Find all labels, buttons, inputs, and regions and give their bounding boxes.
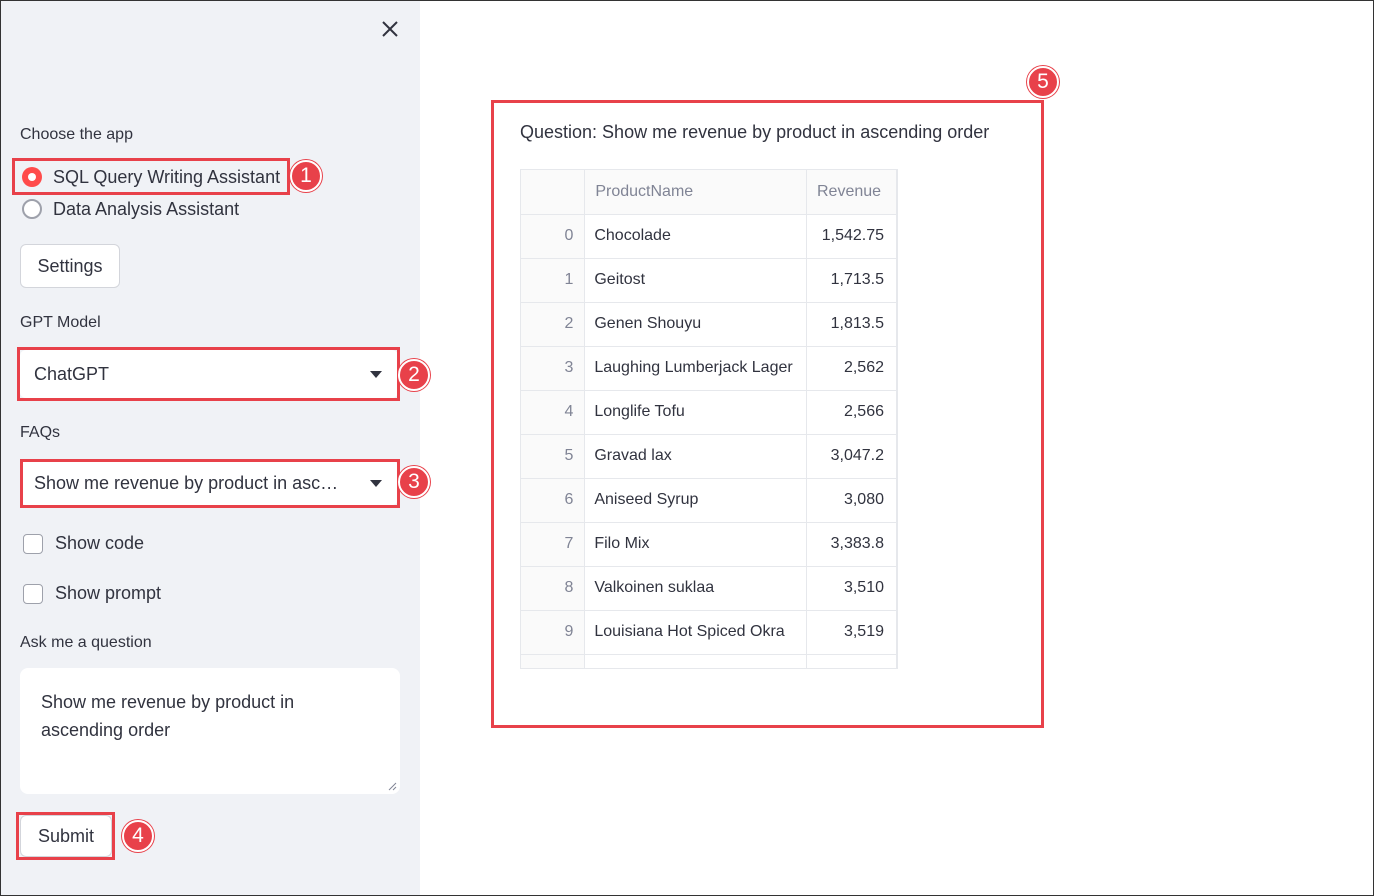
gpt-model-label: GPT Model <box>20 314 101 331</box>
table-row[interactable]: 2 Genen Shouyu 1,813.5 <box>521 302 897 347</box>
annotation-badge-2: 2 <box>398 359 430 391</box>
checkbox-icon <box>23 533 43 554</box>
radio-label: Data Analysis Assistant <box>53 198 240 219</box>
table-header-row: ProductName Revenue <box>521 170 897 215</box>
close-sidebar-button[interactable] <box>378 17 402 41</box>
productname-cell <box>584 654 807 668</box>
show-prompt-label: Show prompt <box>55 583 162 603</box>
column-header-productname[interactable]: ProductName <box>584 170 807 215</box>
row-index-cell: 6 <box>521 478 586 523</box>
table-row[interactable]: 3 Laughing Lumberjack Lager 2,562 <box>521 346 897 391</box>
table-row[interactable]: 9 Louisiana Hot Spiced Okra 3,519 <box>521 610 897 655</box>
column-header-index[interactable] <box>521 170 586 215</box>
choose-app-label: Choose the app <box>20 126 133 143</box>
revenue-cell: 2,562 <box>806 346 897 391</box>
productname-cell: Chocolade <box>584 214 807 259</box>
productname-cell: Longlife Tofu <box>584 390 807 435</box>
sidebar: Choose the app SQL Query Writing Assista… <box>0 0 420 896</box>
close-icon <box>382 21 398 37</box>
revenue-cell: 1,713.5 <box>806 258 897 303</box>
show-code-checkbox[interactable]: Show code <box>23 533 144 554</box>
question-heading: Question: Show me revenue by product in … <box>520 122 990 142</box>
table-row[interactable]: 6 Aniseed Syrup 3,080 <box>521 478 897 523</box>
annotation-badge-3: 3 <box>398 466 430 498</box>
settings-button[interactable]: Settings <box>20 244 120 288</box>
productname-cell: Genen Shouyu <box>584 302 807 347</box>
productname-cell: Geitost <box>584 258 807 303</box>
resize-grip-icon[interactable] <box>387 781 397 791</box>
radio-data-analysis-assistant[interactable]: Data Analysis Assistant <box>22 197 239 221</box>
annotation-box-2 <box>17 347 400 401</box>
productname-cell: Aniseed Syrup <box>584 478 807 523</box>
productname-cell: Valkoinen suklaa <box>584 566 807 611</box>
productname-cell: Gravad lax <box>584 434 807 479</box>
annotation-box-4 <box>16 812 115 860</box>
row-index-cell: 2 <box>521 302 586 347</box>
annotation-badge-1: 1 <box>290 160 322 192</box>
row-index-cell <box>521 654 586 668</box>
column-header-revenue[interactable]: Revenue <box>806 170 897 215</box>
annotation-box-3 <box>20 459 400 508</box>
productname-cell: Filo Mix <box>584 522 807 567</box>
results-table-grid: ProductName Revenue 0 Chocolade 1,542.75 1 G… <box>521 170 897 668</box>
table-row[interactable]: 7 Filo Mix 3,383.8 <box>521 522 897 567</box>
show-prompt-checkbox[interactable]: Show prompt <box>23 583 161 604</box>
row-index-cell: 7 <box>521 522 586 567</box>
revenue-cell: 3,080 <box>806 478 897 523</box>
annotation-badge-5: 5 <box>1027 66 1059 98</box>
checkbox-icon <box>23 583 43 604</box>
revenue-cell: 3,383.8 <box>806 522 897 567</box>
row-index-cell: 3 <box>521 346 586 391</box>
radio-unchecked-icon <box>22 199 42 219</box>
annotation-box-1 <box>12 158 290 195</box>
table-row[interactable]: 0 Chocolade 1,542.75 <box>521 214 897 259</box>
row-index-cell: 5 <box>521 434 586 479</box>
table-row[interactable]: 1 Geitost 1,713.5 <box>521 258 897 303</box>
question-text: Show me revenue by product in ascending … <box>41 692 295 740</box>
row-index-cell: 8 <box>521 566 586 611</box>
table-row[interactable]: 5 Gravad lax 3,047.2 <box>521 434 897 479</box>
annotation-badge-4: 4 <box>122 820 154 852</box>
revenue-cell: 1,813.5 <box>806 302 897 347</box>
productname-cell: Laughing Lumberjack Lager <box>584 346 807 391</box>
question-textarea[interactable]: Show me revenue by product in ascending … <box>20 668 400 794</box>
ask-question-label: Ask me a question <box>20 634 152 651</box>
faqs-label: FAQs <box>20 424 61 441</box>
results-table[interactable]: ProductName Revenue 0 Chocolade 1,542.75 1 G… <box>520 169 898 669</box>
revenue-cell: 3,519 <box>806 610 897 655</box>
row-index-cell: 9 <box>521 610 586 655</box>
show-code-label: Show code <box>55 533 145 553</box>
revenue-cell: 3,047.2 <box>806 434 897 479</box>
table-row[interactable]: 4 Longlife Tofu 2,566 <box>521 390 897 435</box>
revenue-cell <box>806 654 897 668</box>
productname-cell: Louisiana Hot Spiced Okra <box>584 610 807 655</box>
revenue-cell: 1,542.75 <box>806 214 897 259</box>
row-index-cell: 0 <box>521 214 586 259</box>
table-row[interactable]: 8 Valkoinen suklaa 3,510 <box>521 566 897 611</box>
row-index-cell: 4 <box>521 390 586 435</box>
revenue-cell: 2,566 <box>806 390 897 435</box>
row-index-cell: 1 <box>521 258 586 303</box>
revenue-cell: 3,510 <box>806 566 897 611</box>
table-row[interactable] <box>521 654 897 668</box>
